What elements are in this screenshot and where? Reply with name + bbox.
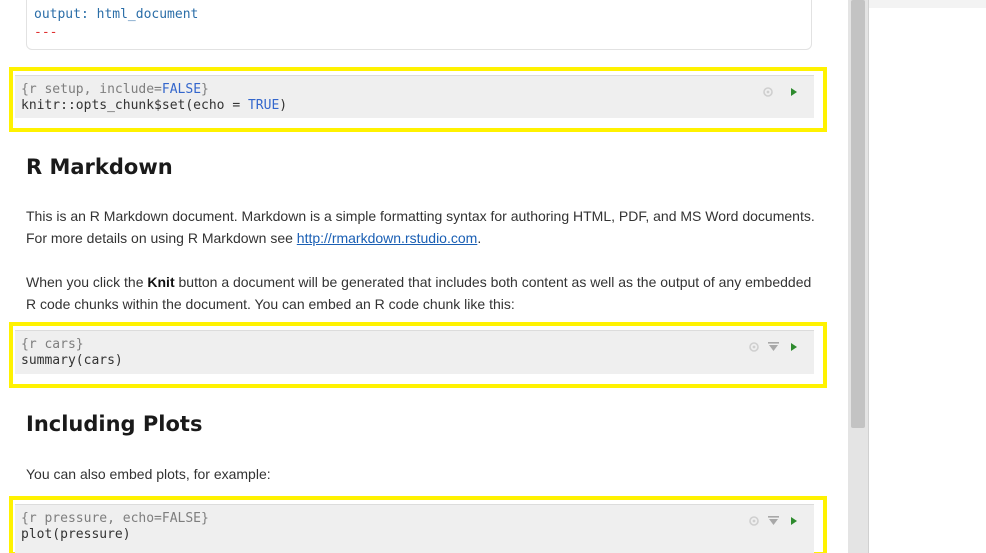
gear-icon[interactable] xyxy=(748,341,760,353)
run-previous-chunks-icon[interactable] xyxy=(768,515,779,527)
run-chunk-icon[interactable] xyxy=(790,342,798,352)
run-chunk-icon[interactable] xyxy=(790,516,798,526)
yaml-end-marker: --- xyxy=(34,25,58,40)
rmarkdown-visual-editor[interactable]: output: html_document --- {r setup, incl… xyxy=(0,0,848,553)
rmarkdown-link[interactable]: http://rmarkdown.rstudio.com xyxy=(297,230,478,246)
section-heading-r-markdown: R Markdown xyxy=(26,155,173,179)
vertical-scrollbar-thumb[interactable] xyxy=(851,0,865,428)
code-chunk-setup[interactable]: {r setup, include=FALSE} knitr::opts_chu… xyxy=(15,75,814,118)
code-chunk-cars[interactable]: {r cars} summary(cars) xyxy=(15,330,814,374)
chunk-code-line: summary(cars) xyxy=(21,353,123,368)
chunk-header: {r cars} xyxy=(21,337,84,352)
paragraph-plots: You can also embed plots, for example: xyxy=(26,466,271,482)
chunk-toolbar xyxy=(748,515,798,529)
chunk-toolbar xyxy=(748,341,798,355)
gear-icon[interactable] xyxy=(748,515,760,527)
run-previous-chunks-icon[interactable] xyxy=(768,341,779,353)
chunk-code-line: plot(pressure) xyxy=(21,527,131,542)
chunk-header: {r setup, include=FALSE} xyxy=(21,82,209,97)
chunk-code-line: knitr::opts_chunk$set(echo = TRUE) xyxy=(21,98,288,113)
section-heading-including-plots: Including Plots xyxy=(26,412,203,436)
gear-icon[interactable] xyxy=(762,86,774,98)
yaml-header-block[interactable]: output: html_document --- xyxy=(26,0,812,50)
right-pane xyxy=(869,8,986,553)
chunk-toolbar xyxy=(762,86,798,100)
run-chunk-icon[interactable] xyxy=(790,87,798,97)
knit-bold-text: Knit xyxy=(147,274,175,290)
chunk-header: {r pressure, echo=FALSE} xyxy=(21,511,209,526)
paragraph-knit: When you click the Knit button a documen… xyxy=(26,274,812,312)
yaml-output-line: output: html_document xyxy=(34,7,199,22)
code-chunk-pressure[interactable]: {r pressure, echo=FALSE} plot(pressure) xyxy=(15,504,814,553)
paragraph-intro: This is an R Markdown document. Markdown… xyxy=(26,208,815,246)
